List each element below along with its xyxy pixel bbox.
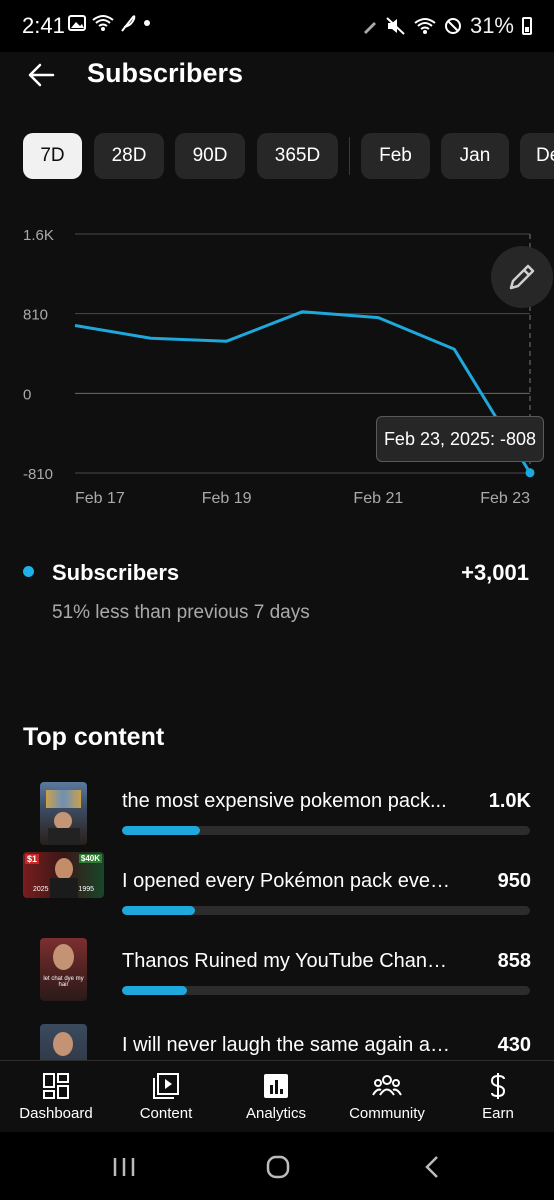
community-icon — [372, 1075, 402, 1096]
wifi-question-icon — [92, 15, 114, 31]
metric-name: Subscribers — [52, 560, 180, 585]
pen-icon — [363, 22, 376, 34]
content-title: I opened every Pokémon pack ever... — [122, 870, 452, 892]
thumbnail-price-right: $40K — [78, 854, 102, 863]
metric-value: +3,001 — [461, 560, 529, 585]
status-bar: 2:41 31% — [0, 0, 554, 52]
period-chips: 7D 28D 90D 365D Feb Jan De — [0, 133, 554, 179]
content-bar-track — [122, 986, 530, 995]
content-row[interactable]: let chat dye my hair Thanos Ruined my Yo… — [0, 930, 554, 1010]
content-value: 950 — [497, 870, 531, 892]
content-row[interactable]: the most expensive pokemon pack... 1.0K — [0, 770, 554, 850]
status-time: 2:41 — [22, 13, 65, 38]
recent-apps-icon[interactable] — [112, 1156, 136, 1178]
top-content-title: Top content — [23, 723, 165, 751]
battery-percent: 31% — [469, 13, 514, 38]
do-not-disturb-icon — [444, 18, 461, 34]
home-icon[interactable] — [266, 1155, 290, 1179]
nav-dashboard[interactable]: Dashboard — [1, 1061, 111, 1133]
nav-analytics[interactable]: Analytics — [221, 1061, 331, 1133]
subscribers-chart: 1.6K 810 0 -810 Feb 17 Feb 19 Feb 21 Feb 23 — [23, 227, 535, 507]
metric-summary: Subscribers +3,001 51% less than previou… — [0, 556, 554, 636]
content-bar-track — [122, 906, 530, 915]
thumbnail-price-left: $1 — [25, 854, 40, 864]
dashboard-icon — [43, 1073, 69, 1099]
bottom-navigation: Dashboard Content Analytics Community Ea… — [0, 1060, 554, 1133]
y-tick-label: 810 — [23, 307, 48, 324]
chart-point — [525, 468, 535, 478]
battery-icon — [522, 17, 532, 35]
y-tick-label: -810 — [23, 466, 53, 483]
top-content-list: the most expensive pokemon pack... 1.0K … — [0, 770, 554, 1060]
analytics-icon — [264, 1074, 288, 1098]
chip-28d[interactable]: 28D — [94, 133, 164, 179]
video-thumbnail — [40, 782, 87, 845]
nav-label: Community — [349, 1105, 425, 1122]
series-color-dot — [23, 566, 34, 577]
gallery-icon — [68, 15, 86, 31]
nav-label: Analytics — [245, 1105, 307, 1122]
x-tick-label: Feb 21 — [353, 490, 403, 507]
content-row[interactable]: $1 $40K 2025 1995 I opened every Pokémon… — [0, 850, 554, 930]
page-title: Subscribers — [87, 58, 244, 88]
chip-feb[interactable]: Feb — [361, 133, 430, 179]
nav-content[interactable]: Content — [111, 1061, 221, 1133]
wifi-icon — [414, 18, 436, 34]
feather-icon — [121, 15, 136, 32]
content-bar-track — [122, 826, 530, 835]
x-tick-label: Feb 17 — [75, 490, 125, 507]
content-title: I will never laugh the same again af... — [122, 1034, 452, 1056]
content-row[interactable]: I will never laugh the same again af... … — [0, 1014, 554, 1060]
x-tick-label: Feb 19 — [202, 490, 252, 507]
content-value: 430 — [497, 1034, 531, 1056]
content-value: 858 — [497, 950, 531, 972]
back-arrow-icon[interactable] — [26, 60, 56, 90]
nav-label: Content — [139, 1105, 193, 1122]
content-value: 1.0K — [488, 790, 531, 812]
nav-community[interactable]: Community — [332, 1061, 442, 1133]
nav-earn[interactable]: Earn — [443, 1061, 553, 1133]
content-bar-fill — [122, 986, 188, 995]
back-nav-icon[interactable] — [424, 1155, 440, 1179]
dollar-icon — [490, 1073, 506, 1099]
y-tick-label: 0 — [23, 386, 31, 403]
notification-dot-icon — [144, 20, 150, 26]
pencil-icon — [509, 264, 535, 290]
nav-label: Earn — [482, 1105, 514, 1122]
mute-icon — [386, 17, 405, 35]
chip-dec[interactable]: De — [520, 133, 554, 179]
metric-comparison: 51% less than previous 7 days — [52, 602, 310, 623]
y-tick-label: 1.6K — [23, 227, 54, 244]
content-title: the most expensive pokemon pack... — [122, 790, 447, 812]
nav-label: Dashboard — [19, 1105, 93, 1122]
app-bar: Subscribers — [0, 52, 554, 102]
video-thumbnail: let chat dye my hair — [40, 938, 87, 1001]
system-navigation-bar — [0, 1132, 554, 1200]
chip-365d[interactable]: 365D — [257, 133, 338, 179]
thumbnail-year-right: 1995 — [78, 886, 94, 893]
chip-jan[interactable]: Jan — [441, 133, 509, 179]
content-bar-fill — [122, 826, 200, 835]
chart-tooltip: Feb 23, 2025: -808 — [376, 416, 544, 462]
content-icon — [153, 1073, 179, 1099]
thumbnail-caption: let chat dye my hair — [43, 976, 84, 988]
content-bar-fill — [122, 906, 196, 915]
thumbnail-year-left: 2025 — [33, 886, 49, 893]
x-tick-label: Feb 23 — [480, 490, 530, 507]
video-thumbnail: $1 $40K 2025 1995 — [23, 852, 104, 898]
content-title: Thanos Ruined my YouTube Channel — [122, 950, 452, 972]
edit-button[interactable] — [491, 246, 553, 308]
chip-90d[interactable]: 90D — [175, 133, 245, 179]
chip-7d[interactable]: 7D — [23, 133, 82, 179]
video-thumbnail — [40, 1024, 87, 1060]
chip-divider — [349, 137, 350, 175]
